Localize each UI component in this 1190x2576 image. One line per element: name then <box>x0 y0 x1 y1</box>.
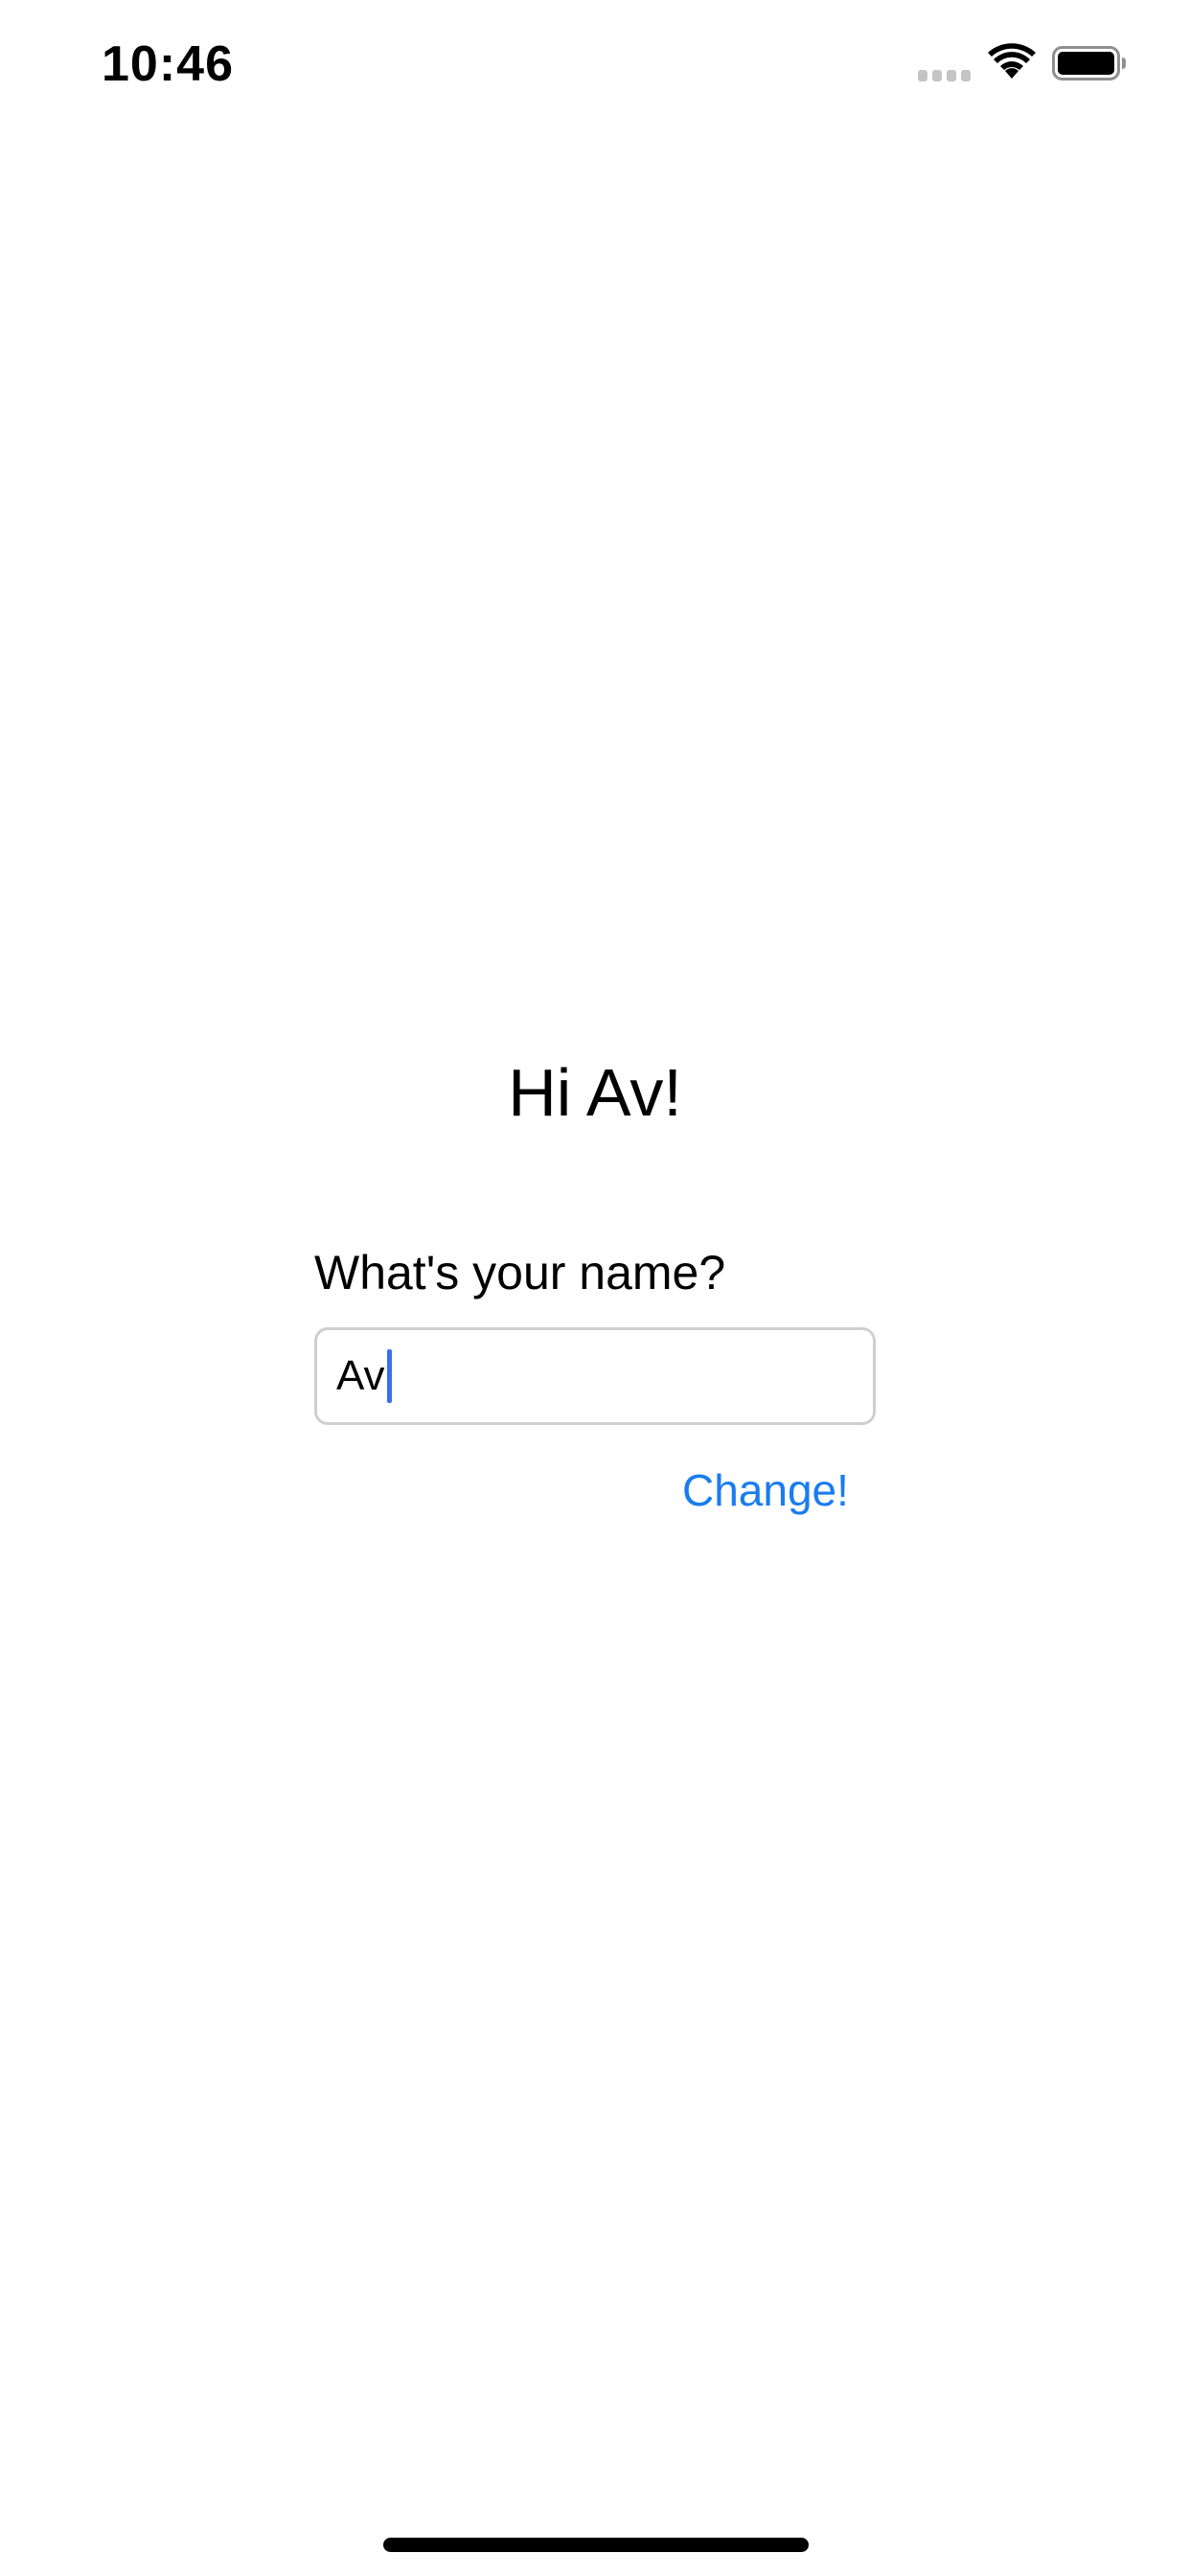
battery-icon <box>1052 46 1126 80</box>
signal-icon <box>918 70 972 83</box>
home-indicator[interactable] <box>383 2538 809 2552</box>
text-caret <box>386 1349 392 1403</box>
change-button[interactable]: Change! <box>682 1462 849 1518</box>
greeting-title: Hi Av! <box>508 1055 682 1130</box>
name-label: What's your name? <box>314 1246 726 1300</box>
status-bar: 10:46 <box>0 0 1190 126</box>
name-input-value: Av <box>336 1352 385 1399</box>
name-input[interactable]: Av <box>314 1327 876 1425</box>
wifi-icon <box>988 43 1036 79</box>
app-screen: 10:46 Hi Av! What's your name? Av Change… <box>0 0 1190 2576</box>
status-time: 10:46 <box>102 36 234 92</box>
